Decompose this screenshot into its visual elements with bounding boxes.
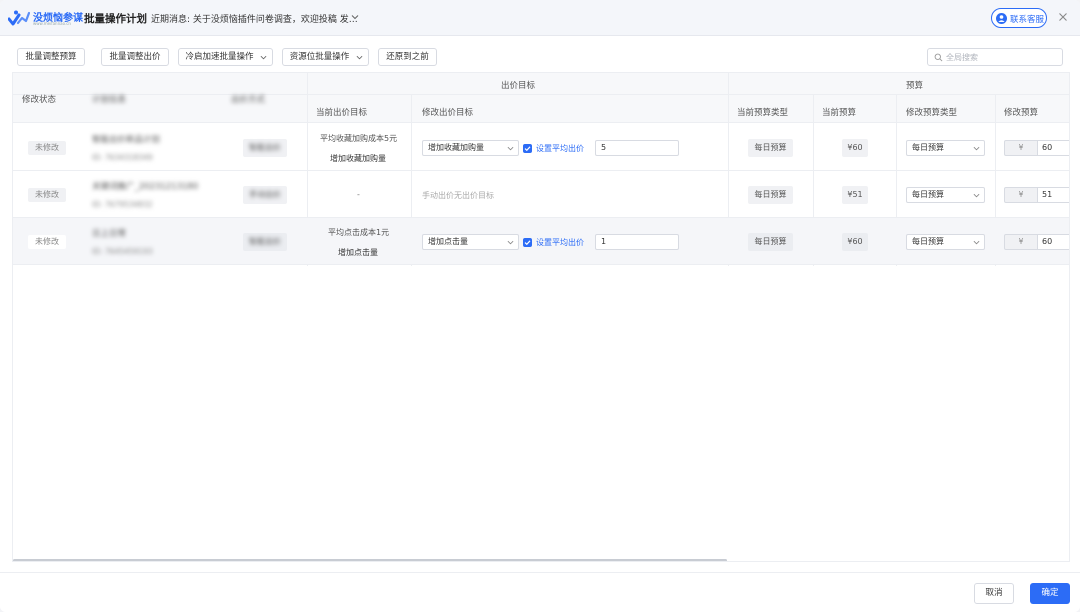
- budget-type-select-value: 每日预算: [912, 237, 944, 246]
- table-row: 未修改 日上日常 ID: 7645459193 智能出价 平均点击成本1元 增加…: [13, 218, 1069, 265]
- bid-mode-label: 手动出价: [249, 190, 281, 199]
- current-budget-tag: ¥60: [842, 233, 868, 251]
- bid-target-select[interactable]: 增加点击量: [422, 234, 519, 250]
- budget-input[interactable]: 60: [1038, 140, 1069, 156]
- chevron-down-icon[interactable]: [350, 12, 360, 22]
- header-current-budget-type: 当前预算类型: [737, 108, 789, 118]
- restore-button[interactable]: 还原到之前: [378, 48, 437, 66]
- budget-input[interactable]: 60: [1038, 234, 1069, 250]
- plan-table: 修改状态 计划信息 出价方式 出价目标 预算 当前出价目标 修改出价目标 当前预…: [12, 72, 1070, 562]
- plan-name: 智能出价新品计划: [92, 135, 161, 145]
- bid-mode-label: 智能出价: [249, 237, 281, 246]
- status-badge: 未修改: [28, 235, 66, 249]
- modal-footer: 取消 确定: [0, 572, 1080, 612]
- table-row: 未修改 关键词推广_20231213180 ID: 7679534832 手动出…: [13, 171, 1069, 218]
- bid-target-select-value: 增加点击量: [428, 237, 468, 246]
- plan-id: ID: 7679534832: [92, 200, 153, 209]
- currency-prefix: ¥: [1004, 187, 1038, 203]
- currency-prefix: ¥: [1004, 234, 1038, 250]
- budget-input[interactable]: 51: [1038, 187, 1069, 203]
- table-row: 未修改 智能出价新品计划 ID: 7634318349 智能出价 平均收藏加购成…: [13, 124, 1069, 171]
- close-icon[interactable]: [1057, 11, 1069, 23]
- header-modify-budget: 修改预算: [1004, 108, 1039, 118]
- bid-mode-tag: 智能出价: [243, 233, 287, 251]
- contact-support-button[interactable]: 联系客服: [991, 8, 1047, 28]
- current-budget-tag: ¥51: [842, 186, 868, 204]
- budget-type-select[interactable]: 每日预算: [906, 187, 985, 203]
- chevron-down-icon: [507, 240, 514, 245]
- avg-bid-input[interactable]: 5: [595, 140, 679, 156]
- plan-id: ID: 7634318349: [92, 153, 153, 162]
- current-bid-target-line2: 增加点击量: [338, 248, 378, 257]
- set-avg-bid-checkbox[interactable]: [523, 238, 532, 247]
- header-modify-budget-type: 修改预算类型: [906, 108, 958, 118]
- chevron-down-icon: [973, 240, 980, 245]
- global-search[interactable]: [927, 48, 1063, 66]
- set-avg-bid-checkbox[interactable]: [523, 144, 532, 153]
- logo-subtext: www.meifannao.cn: [33, 21, 71, 26]
- plan-name: 关键词推广_20231213180: [92, 182, 199, 192]
- budget-type-select[interactable]: 每日预算: [906, 234, 985, 250]
- modal-title: 批量操作计划: [84, 13, 147, 25]
- bid-mode-label: 智能出价: [249, 143, 281, 152]
- chevron-down-icon: [507, 146, 514, 151]
- logo: 没烦恼参谋 www.meifannao.cn: [8, 8, 83, 28]
- header-group-bid: 出价目标: [501, 81, 536, 91]
- current-budget-type-tag: 每日预算: [748, 139, 793, 157]
- bid-mode-tag: 智能出价: [243, 139, 287, 157]
- bid-target-select[interactable]: 增加收藏加购量: [422, 140, 519, 156]
- header-group-budget: 预算: [906, 81, 924, 91]
- cancel-button[interactable]: 取消: [974, 583, 1014, 604]
- current-bid-target-line2: 增加收藏加购量: [330, 154, 386, 163]
- user-icon: [996, 13, 1007, 24]
- plan-name: 日上日常: [92, 229, 127, 239]
- chevron-down-icon: [260, 55, 267, 60]
- current-bid-target-line1: 平均点击成本1元: [328, 228, 390, 237]
- current-budget-type-tag: 每日预算: [748, 186, 793, 204]
- search-icon: [934, 53, 943, 62]
- chevron-down-icon: [973, 146, 980, 151]
- modal-header: 没烦恼参谋 www.meifannao.cn 批量操作计划 近期消息: 关于没烦…: [0, 0, 1080, 36]
- current-bid-target-line1: 平均收藏加购成本5元: [320, 134, 398, 143]
- manual-bid-note: 手动出价无出价目标: [422, 191, 494, 200]
- current-bid-target-line1: -: [357, 190, 360, 199]
- header-plan: 计划信息: [92, 95, 127, 105]
- status-badge: 未修改: [28, 188, 66, 202]
- chevron-down-icon: [356, 55, 363, 60]
- batch-budget-button[interactable]: 批量调整预算: [17, 48, 85, 66]
- header-modify-bid-target: 修改出价目标: [422, 108, 474, 118]
- header-mode: 出价方式: [231, 95, 266, 105]
- budget-type-select[interactable]: 每日预算: [906, 140, 985, 156]
- confirm-button[interactable]: 确定: [1030, 583, 1070, 604]
- batch-bid-button[interactable]: 批量调整出价: [101, 48, 169, 66]
- currency-prefix: ¥: [1004, 140, 1038, 156]
- current-budget-type-tag: 每日预算: [748, 233, 793, 251]
- budget-type-select-value: 每日预算: [912, 190, 944, 199]
- header-status: 修改状态: [22, 95, 57, 105]
- bid-target-select-value: 增加收藏加购量: [428, 143, 484, 152]
- cold-start-batch-label: 冷启加速批量操作: [185, 52, 254, 62]
- avg-bid-input[interactable]: 1: [595, 234, 679, 250]
- batch-plan-modal: 没烦恼参谋 www.meifannao.cn 批量操作计划 近期消息: 关于没烦…: [0, 0, 1080, 612]
- news-ticker[interactable]: 近期消息: 关于没烦恼插件问卷调查，欢迎投稿 发…: [151, 12, 358, 25]
- cold-start-batch-dropdown[interactable]: 冷启加速批量操作: [178, 48, 273, 66]
- status-badge: 未修改: [28, 141, 66, 155]
- checkmark-icon: [524, 240, 531, 246]
- header-current-bid-target: 当前出价目标: [316, 108, 368, 118]
- bid-mode-tag: 手动出价: [243, 186, 287, 204]
- resource-batch-label: 资源位批量操作: [289, 52, 350, 62]
- chevron-down-icon: [973, 193, 980, 198]
- set-avg-bid-label[interactable]: 设置平均出价: [536, 143, 584, 154]
- set-avg-bid-label[interactable]: 设置平均出价: [536, 237, 584, 248]
- contact-support-label: 联系客服: [1010, 15, 1045, 25]
- plan-id: ID: 7645459193: [92, 247, 153, 256]
- header-current-budget: 当前预算: [822, 108, 857, 118]
- logo-icon: [8, 10, 30, 26]
- budget-type-select-value: 每日预算: [912, 143, 944, 152]
- search-input[interactable]: [946, 51, 1056, 63]
- current-budget-tag: ¥60: [842, 139, 868, 157]
- resource-batch-dropdown[interactable]: 资源位批量操作: [282, 48, 369, 66]
- horizontal-scrollbar[interactable]: [13, 559, 727, 561]
- checkmark-icon: [524, 146, 531, 152]
